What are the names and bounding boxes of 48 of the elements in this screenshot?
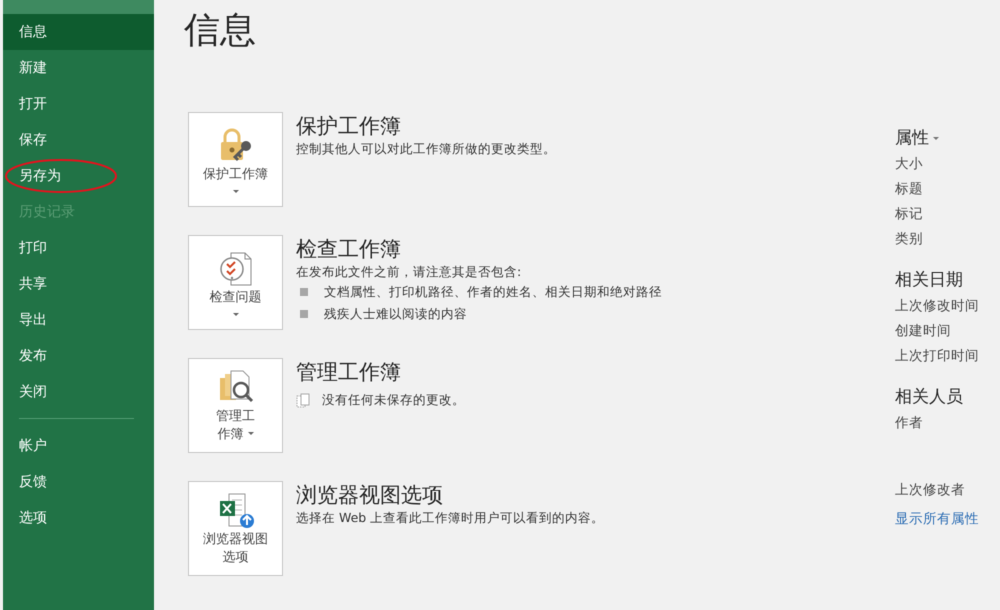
list-item-text: 文档属性、打印机路径、作者的姓名、相关日期和绝对路径 — [324, 283, 662, 301]
property-label: 创建时间 — [895, 322, 952, 341]
bullet-icon — [300, 310, 308, 318]
property-label: 标题 — [895, 180, 924, 199]
properties-heading: 相关人员 — [895, 386, 964, 409]
menu-item[interactable]: 打印 — [3, 230, 154, 266]
property-label: 大小 — [895, 155, 924, 174]
section-button[interactable]: 浏览器视图 选项 — [188, 481, 283, 576]
menu-item[interactable]: 发布 — [3, 338, 154, 374]
menu-item[interactable]: 另存为 — [3, 158, 154, 194]
section-title: 保护工作簿 — [296, 113, 402, 140]
menu-item[interactable]: 反馈 — [3, 464, 154, 500]
caret-icon — [933, 136, 939, 140]
section-title: 检查工作簿 — [296, 236, 402, 263]
section-button[interactable]: 管理工 作簿 — [188, 358, 283, 453]
property-label: 上次打印时间 — [895, 347, 980, 366]
page-title: 信息 — [184, 9, 257, 53]
menu-item[interactable]: 信息 — [3, 14, 154, 50]
properties-heading[interactable]: 属性 — [895, 124, 1000, 152]
description-text: 在发布此文件之前，请注意其是否包含: — [296, 263, 522, 281]
menu-item[interactable]: 关闭 — [3, 374, 154, 410]
caret-icon — [248, 432, 254, 436]
status-text: 没有任何未保存的更改。 — [322, 391, 465, 409]
section-title: 浏览器视图选项 — [296, 482, 444, 509]
documents-icon — [296, 392, 310, 408]
property-label: 类别 — [895, 230, 924, 249]
property-label: 标记 — [895, 205, 924, 224]
menu-item[interactable]: 选项 — [3, 500, 154, 536]
properties-heading: 相关日期 — [895, 269, 964, 292]
property-label: 作者 — [895, 414, 924, 433]
caret-icon — [232, 190, 238, 193]
menu-item[interactable]: 保存 — [3, 122, 154, 158]
show-all-properties-link[interactable]: 显示所有属性 — [895, 507, 979, 531]
section-button[interactable]: 保护工作簿 — [188, 112, 283, 207]
menu-item[interactable]: 共享 — [3, 266, 154, 302]
list-item-text: 残疾人士难以阅读的内容 — [324, 305, 467, 323]
section-button[interactable]: 检查问题 — [188, 235, 283, 330]
property-label: 上次修改时间 — [895, 297, 980, 316]
menu-item[interactable]: 帐户 — [3, 428, 154, 464]
caret-icon — [232, 313, 238, 316]
description-text: 控制其他人可以对此工作簿所做的更改类型。 — [296, 140, 556, 158]
property-label: 上次修改者 — [895, 481, 966, 500]
bullet-icon — [300, 288, 308, 296]
section-title: 管理工作簿 — [296, 359, 402, 386]
menu-item[interactable]: 新建 — [3, 50, 154, 86]
menu-item[interactable]: 导出 — [3, 302, 154, 338]
description-text: 选择在 Web 上查看此工作簿时用户可以看到的内容。 — [296, 509, 604, 527]
menu-item[interactable]: 打开 — [3, 86, 154, 122]
